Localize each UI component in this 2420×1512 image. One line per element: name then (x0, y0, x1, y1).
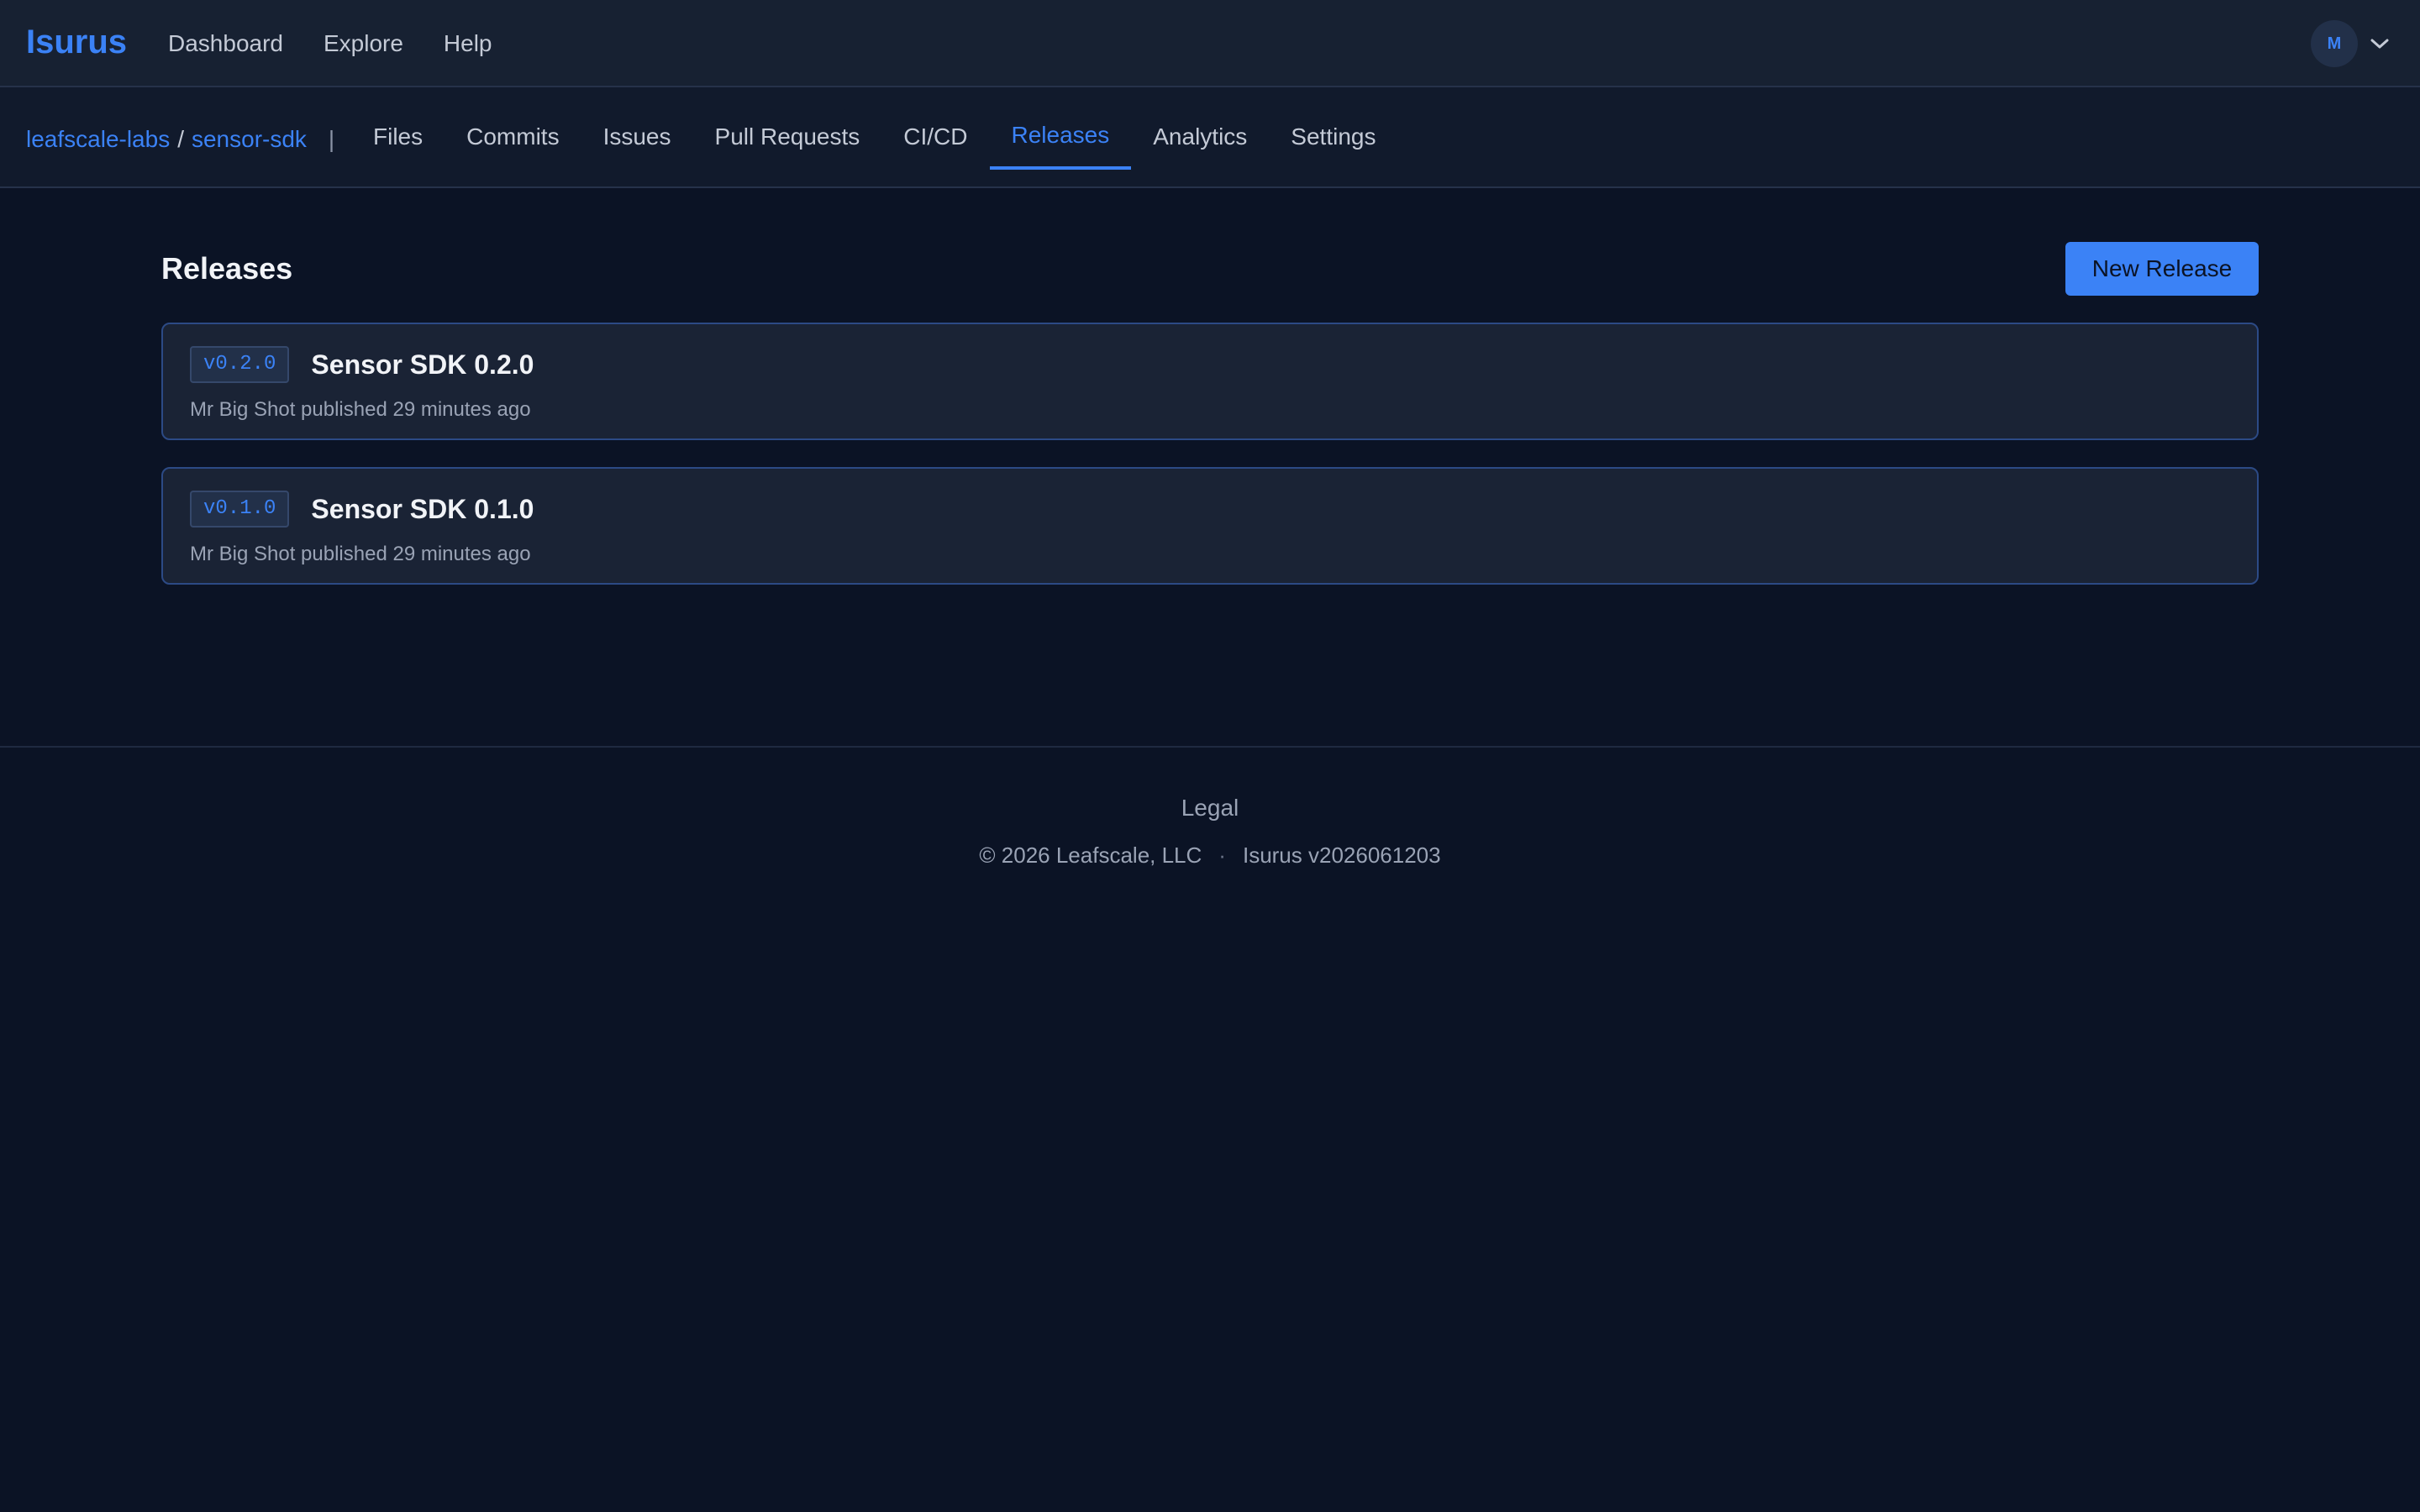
brand-logo[interactable]: Isurus (26, 18, 127, 66)
tab-files[interactable]: Files (351, 87, 445, 186)
breadcrumb-separator: / (177, 126, 184, 152)
nav-dashboard[interactable]: Dashboard (168, 25, 283, 62)
release-meta: Mr Big Shot published 29 minutes ago (190, 543, 531, 565)
copyright-text: © 2026 Leafscale, LLC (979, 843, 1202, 868)
footer-info: © 2026 Leafscale, LLC · Isurus v2026061203 (0, 838, 2420, 872)
release-title[interactable]: Sensor SDK 0.2.0 (311, 349, 534, 381)
release-list: v0.2.0 Sensor SDK 0.2.0 Mr Big Shot publ… (161, 323, 2259, 612)
page-header: Releases New Release (161, 188, 2259, 323)
release-tag[interactable]: v0.2.0 (190, 346, 290, 383)
tab-pull-requests[interactable]: Pull Requests (693, 87, 882, 186)
release-tag[interactable]: v0.1.0 (190, 491, 290, 528)
legal-link[interactable]: Legal (1181, 791, 1239, 825)
new-release-button[interactable]: New Release (2065, 242, 2259, 296)
main-content: Releases New Release v0.2.0 Sensor SDK 0… (161, 188, 2259, 585)
top-navbar: Isurus Dashboard Explore Help M (0, 0, 2420, 87)
breadcrumb: leafscale-labs / sensor-sdk | (26, 121, 334, 158)
page-title: Releases (161, 251, 293, 286)
release-meta: Mr Big Shot published 29 minutes ago (190, 398, 531, 421)
breadcrumb-owner[interactable]: leafscale-labs (26, 121, 170, 158)
nav-help[interactable]: Help (444, 25, 492, 62)
tab-settings[interactable]: Settings (1269, 87, 1397, 186)
release-header: v0.1.0 Sensor SDK 0.1.0 (190, 489, 2230, 529)
breadcrumb-repo[interactable]: sensor-sdk (192, 121, 307, 158)
release-card[interactable]: v0.1.0 Sensor SDK 0.1.0 Mr Big Shot publ… (161, 467, 2259, 585)
nav-explore[interactable]: Explore (324, 25, 403, 62)
chevron-down-icon[interactable] (2370, 37, 2390, 50)
user-menu[interactable]: M (2311, 20, 2390, 67)
tab-analytics[interactable]: Analytics (1131, 87, 1269, 186)
release-title[interactable]: Sensor SDK 0.1.0 (311, 494, 534, 525)
tab-releases[interactable]: Releases (989, 87, 1132, 186)
avatar[interactable]: M (2311, 20, 2358, 67)
tab-issues[interactable]: Issues (581, 87, 693, 186)
footer-dot: · (1218, 843, 1226, 868)
repo-bar: leafscale-labs / sensor-sdk | Files Comm… (0, 87, 2420, 188)
main-nav: Dashboard Explore Help (168, 25, 492, 62)
repo-tabs: Files Commits Issues Pull Requests CI/CD… (351, 87, 1397, 186)
tab-ci-cd[interactable]: CI/CD (881, 87, 989, 186)
footer: Legal © 2026 Leafscale, LLC · Isurus v2026… (0, 746, 2420, 872)
release-card[interactable]: v0.2.0 Sensor SDK 0.2.0 Mr Big Shot publ… (161, 323, 2259, 440)
release-header: v0.2.0 Sensor SDK 0.2.0 (190, 344, 2230, 385)
breadcrumb-divider: | (328, 126, 335, 152)
tab-commits[interactable]: Commits (445, 87, 581, 186)
version-text: Isurus v2026061203 (1242, 843, 1441, 868)
